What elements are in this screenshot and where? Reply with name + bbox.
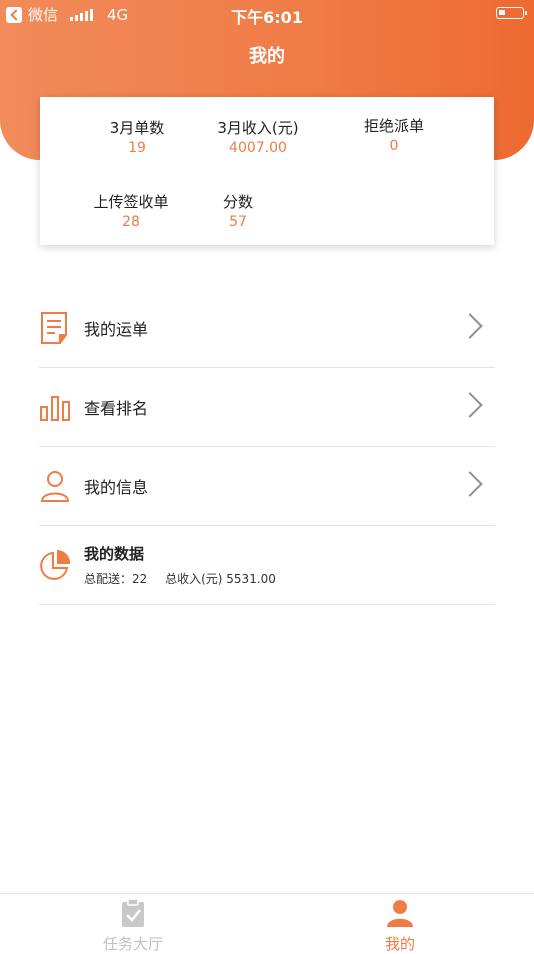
- total-income: 总收入(元) 5531.00: [165, 572, 276, 586]
- status-bar: 微信 4G 下午6:01: [0, 0, 534, 28]
- chevron-right-icon: [457, 471, 483, 497]
- data-summary: 总配送：22 总收入(元) 5531.00: [84, 570, 276, 587]
- menu-label: 查看排名: [84, 399, 149, 418]
- tab-mine[interactable]: 我的: [340, 898, 460, 954]
- clipboard-check-icon: [122, 898, 144, 927]
- stat-value: 19: [128, 140, 146, 156]
- stat-value: 57: [229, 214, 247, 230]
- total-delivery: 总配送：22: [84, 572, 148, 586]
- stat-uploaded-receipts: 上传签收单 28: [71, 191, 191, 230]
- user-icon: [40, 471, 70, 502]
- menu-label: 我的数据: [84, 545, 145, 563]
- pie-chart-icon: [40, 549, 71, 580]
- stat-label: 分数: [222, 193, 253, 211]
- stat-month-orders: 3月单数 19: [77, 117, 197, 156]
- stat-value: 28: [122, 214, 140, 230]
- tab-bar: 任务大厅 我的: [0, 893, 534, 953]
- stat-label: 3月单数: [109, 119, 165, 137]
- stat-value: 4007.00: [229, 140, 287, 156]
- menu-list: 我的运单 查看排名 我的信息 我的数据 总配送：22 总收入(元) 5531.0…: [39, 289, 495, 605]
- menu-item-info[interactable]: 我的信息: [39, 447, 495, 526]
- chevron-right-icon: [457, 313, 483, 339]
- menu-label: 我的运单: [84, 320, 149, 339]
- user-icon: [387, 900, 413, 927]
- tab-task-hall[interactable]: 任务大厅: [73, 898, 193, 954]
- page-title: 我的: [249, 46, 285, 67]
- menu-item-data[interactable]: 我的数据 总配送：22 总收入(元) 5531.00: [39, 526, 495, 605]
- stats-card: 3月单数 19 3月收入(元) 4007.00 拒绝派单 0 上传签收单 28 …: [40, 97, 494, 245]
- document-icon: [41, 312, 67, 344]
- stat-month-income: 3月收入(元) 4007.00: [198, 117, 318, 156]
- tab-label: 我的: [384, 935, 415, 953]
- battery-icon: [496, 7, 527, 19]
- stat-score: 分数 57: [178, 191, 298, 230]
- chevron-right-icon: [457, 392, 483, 418]
- stat-value: 0: [389, 138, 399, 154]
- bar-chart-icon: [40, 396, 70, 421]
- menu-label: 我的信息: [84, 478, 149, 497]
- menu-item-ranking[interactable]: 查看排名: [39, 368, 495, 447]
- stat-label: 拒绝派单: [363, 117, 424, 135]
- tab-label: 任务大厅: [102, 935, 163, 953]
- stat-label: 上传签收单: [93, 193, 169, 211]
- status-time: 下午6:01: [231, 8, 303, 27]
- menu-item-waybill[interactable]: 我的运单: [39, 289, 495, 368]
- stat-rejected-dispatch: 拒绝派单 0: [334, 115, 454, 154]
- stat-label: 3月收入(元): [217, 119, 299, 137]
